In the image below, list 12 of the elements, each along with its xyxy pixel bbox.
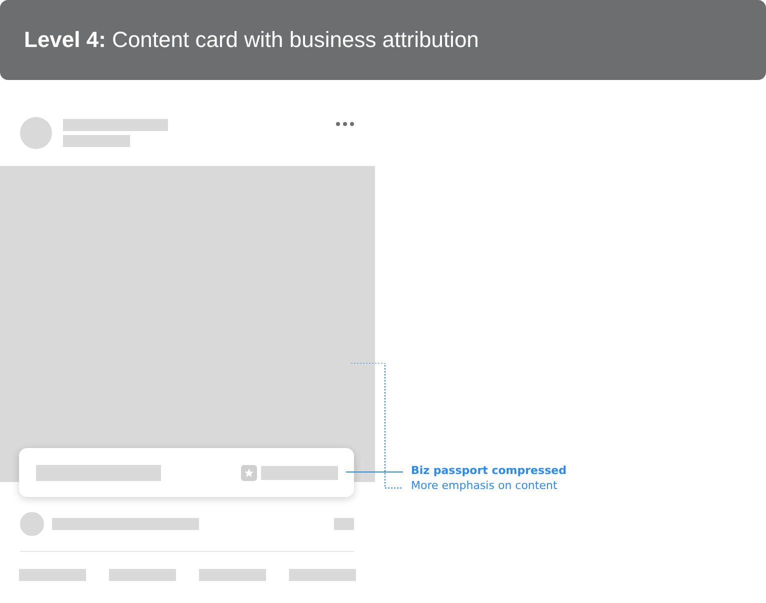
count-placeholder [334,518,354,530]
action-placeholder [19,569,86,581]
more-icon[interactable] [336,122,354,126]
avatar-placeholder [20,117,52,149]
annotation-title: Biz passport compressed [411,464,566,477]
action-placeholder [289,569,356,581]
action-placeholder [199,569,266,581]
subtitle-placeholder [63,135,130,147]
page-title: Level 4: Content card with business attribution [24,27,479,53]
action-placeholder [109,569,176,581]
annotation-note: More emphasis on content [411,479,558,492]
avatar-placeholder [20,512,44,536]
